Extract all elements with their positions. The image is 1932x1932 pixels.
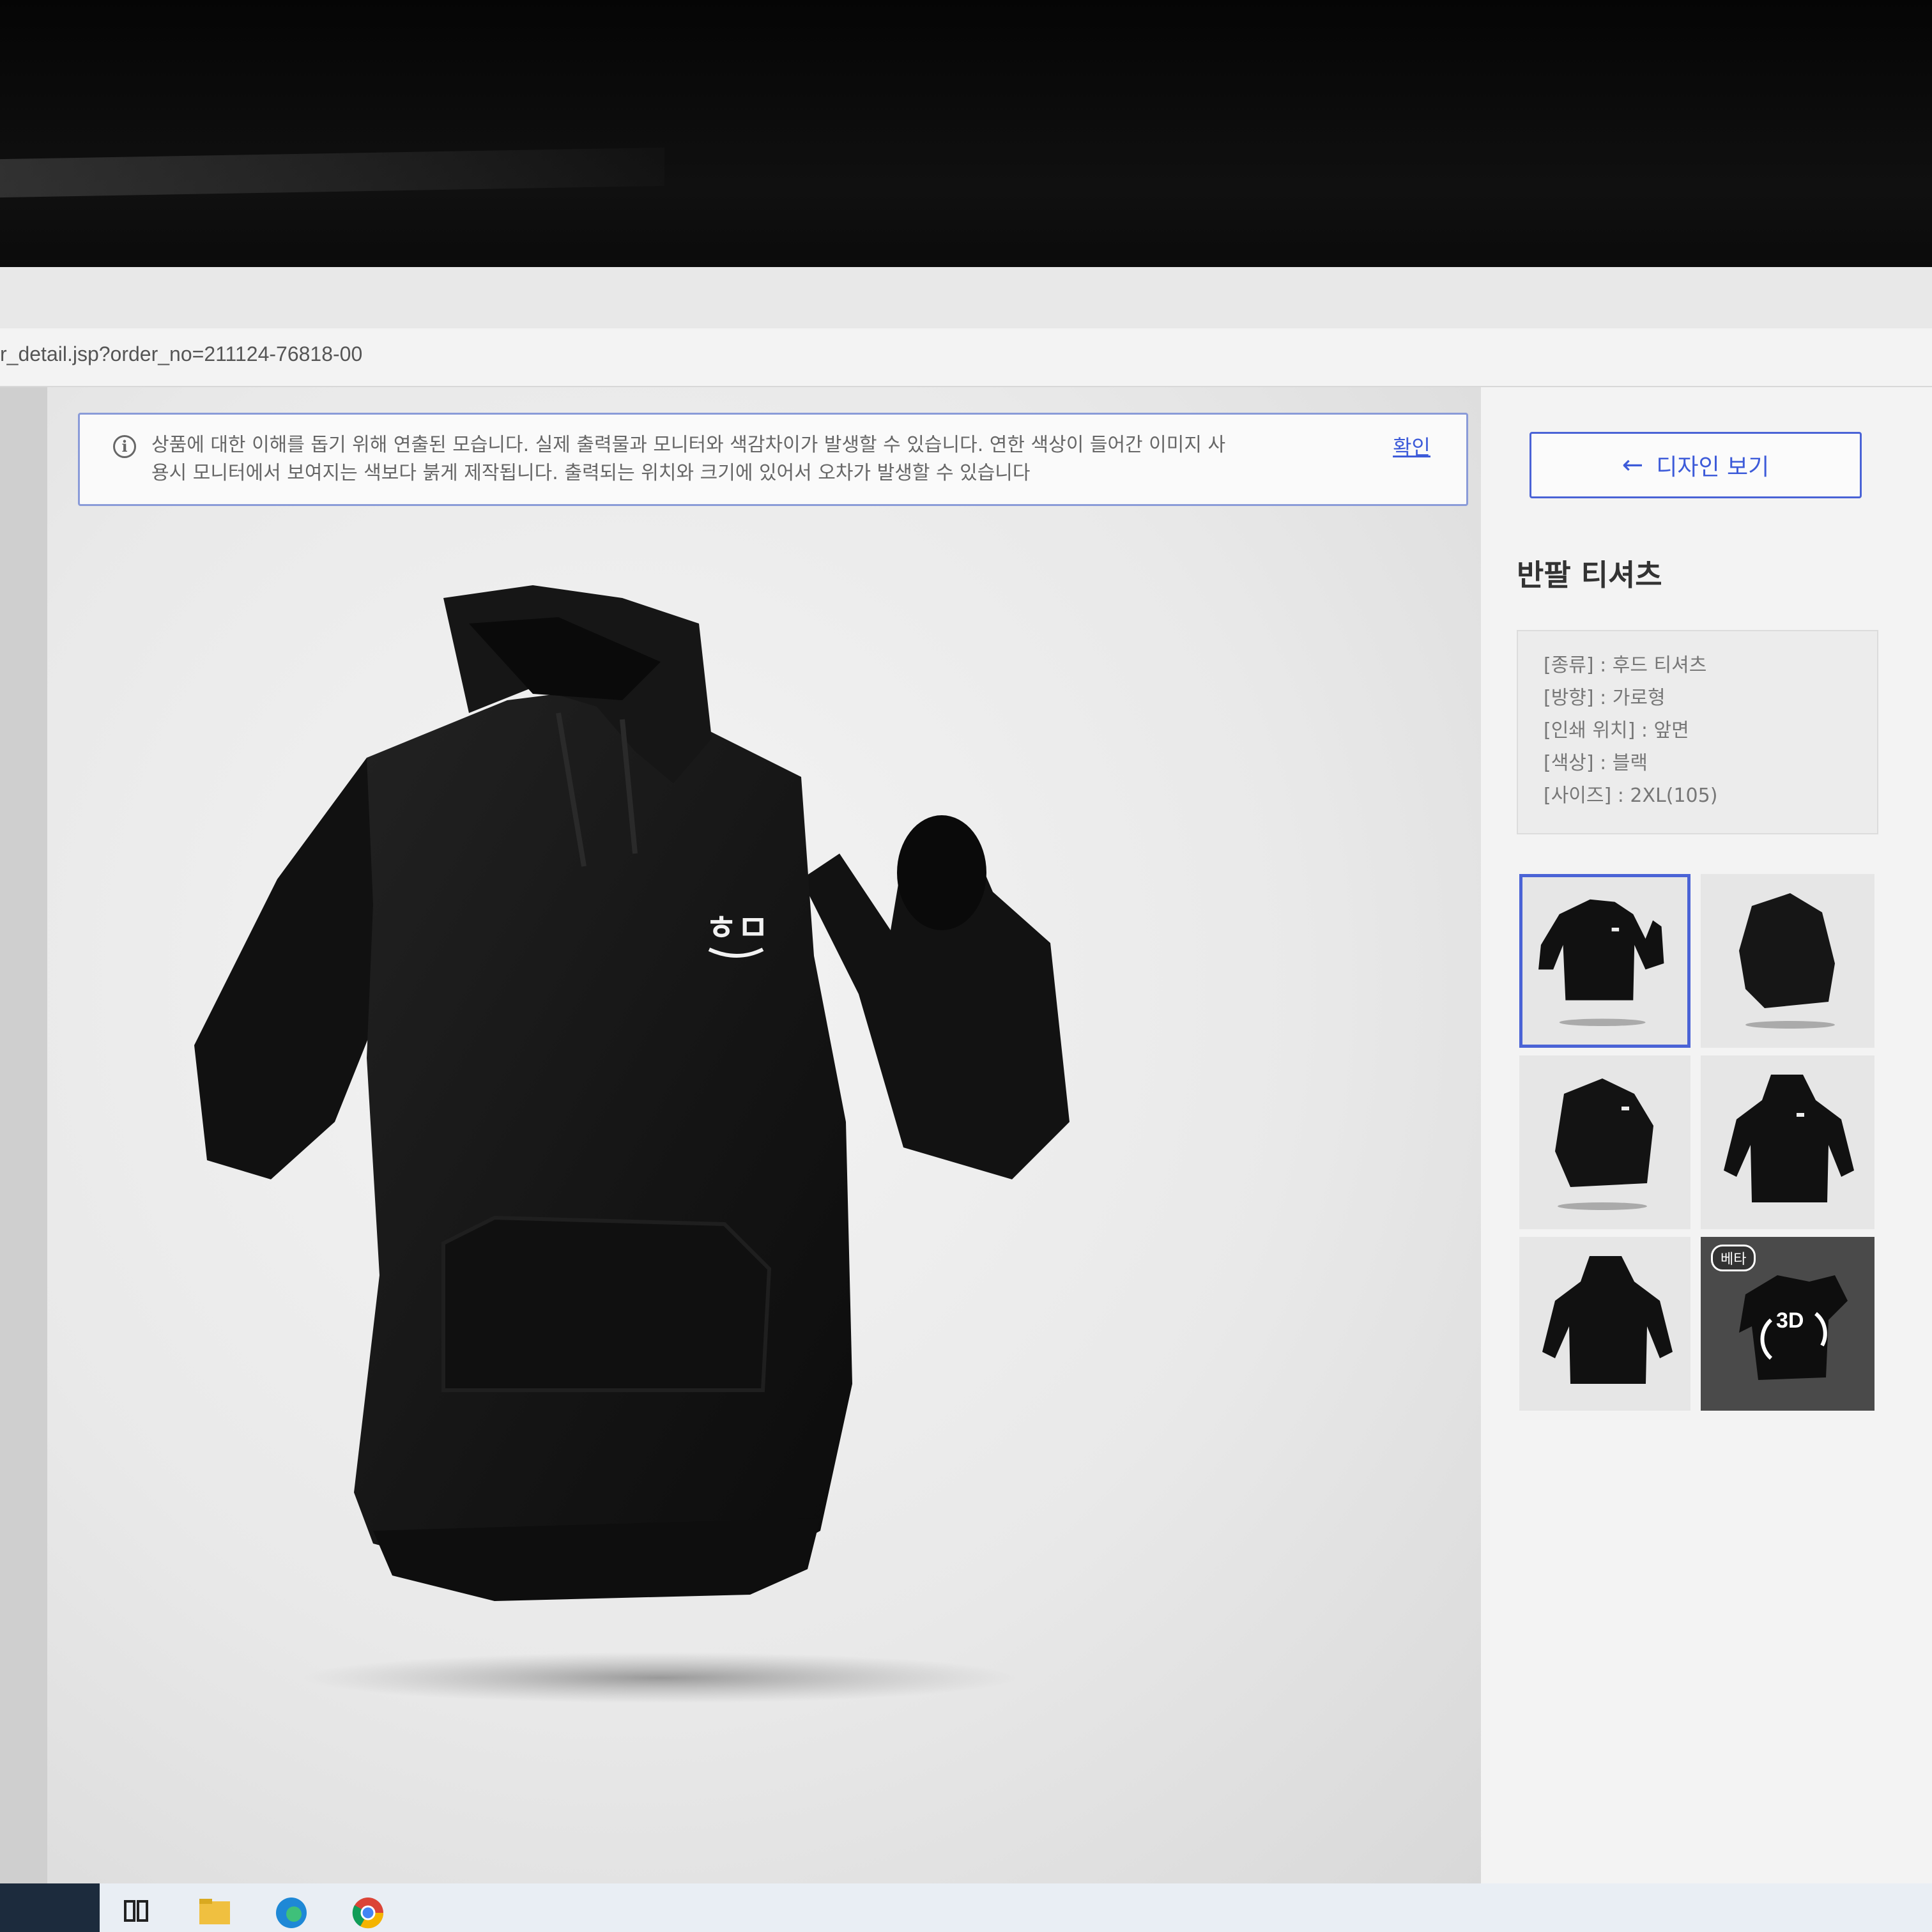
notice-line-2: 용시 모니터에서 보여지는 색보다 붉게 제작됩니다. 출력되는 위치와 크기에… (151, 462, 1031, 484)
product-spec-box: [종류] : 후드 티셔츠 [방향] : 가로형 [인쇄 위치] : 앞면 [색… (1517, 630, 1878, 834)
url-text[interactable]: r_detail.jsp?order_no=211124-76818-00 (0, 342, 362, 366)
thumbnail-front-angle[interactable] (1519, 874, 1690, 1048)
spec-size: [사이즈] : 2XL(105) (1544, 785, 1718, 807)
product-title: 반팔 티셔츠 (1517, 558, 1662, 592)
product-preview-area: i 상품에 대한 이해를 돕기 위해 연출된 모습니다. 실제 출력물과 모니터… (47, 387, 1495, 1883)
spec-print-position: [인쇄 위치] : 앞면 (1544, 719, 1689, 742)
thumbnail-front-flat[interactable] (1701, 1055, 1874, 1229)
product-info-panel: ← 디자인 보기 반팔 티셔츠 [종류] : 후드 티셔츠 [방향] : 가로형… (1481, 387, 1932, 1883)
beta-badge: 베타 (1711, 1245, 1756, 1271)
monitor-screen: r_detail.jsp?order_no=211124-76818-00 i … (0, 267, 1932, 1883)
taskbar-apps (100, 1883, 1932, 1932)
thumbnail-three-quarter[interactable] (1519, 1055, 1690, 1229)
address-bar[interactable]: r_detail.jsp?order_no=211124-76818-00 (0, 328, 1932, 387)
hoodie-image: ㅎㅁ (175, 547, 1389, 1761)
notice-banner: i 상품에 대한 이해를 돕기 위해 연출된 모습니다. 실제 출력물과 모니터… (78, 413, 1468, 506)
chrome-browser-icon[interactable] (349, 1892, 387, 1931)
view-thumbnails: 베타 3D (1519, 874, 1877, 1411)
thumbnail-3d-view[interactable]: 베타 3D (1701, 1237, 1874, 1411)
task-view-icon[interactable] (119, 1892, 157, 1931)
bezel-reflection (0, 147, 664, 198)
monitor-bezel (0, 0, 1932, 268)
info-icon: i (113, 435, 136, 458)
notice-confirm-link[interactable]: 확인 (1393, 431, 1430, 461)
thumbnail-side[interactable] (1701, 874, 1874, 1048)
arrow-left-icon: ← (1621, 450, 1644, 480)
hoodie-logo: ㅎㅁ (705, 908, 769, 948)
spec-orientation: [방향] : 가로형 (1544, 687, 1666, 709)
3d-rotate-icon: 3D (1776, 1308, 1804, 1333)
hoodie-body (354, 694, 852, 1575)
view-design-label: 디자인 보기 (1656, 454, 1770, 480)
edge-browser-icon[interactable] (272, 1892, 310, 1931)
spec-color: [색상] : 블랙 (1544, 752, 1648, 774)
thumbnail-back[interactable] (1519, 1237, 1690, 1411)
notice-line-1: 상품에 대한 이해를 돕기 위해 연출된 모습니다. 실제 출력물과 모니터와 … (151, 434, 1226, 456)
windows-taskbar (0, 1883, 1932, 1932)
notice-text: 상품에 대한 이해를 돕기 위해 연출된 모습니다. 실제 출력물과 모니터와 … (151, 431, 1378, 487)
spec-type: [종류] : 후드 티셔츠 (1544, 654, 1707, 677)
file-explorer-icon[interactable] (195, 1892, 234, 1931)
view-design-button[interactable]: ← 디자인 보기 (1529, 432, 1862, 498)
hoodie-shadow (303, 1652, 1018, 1703)
